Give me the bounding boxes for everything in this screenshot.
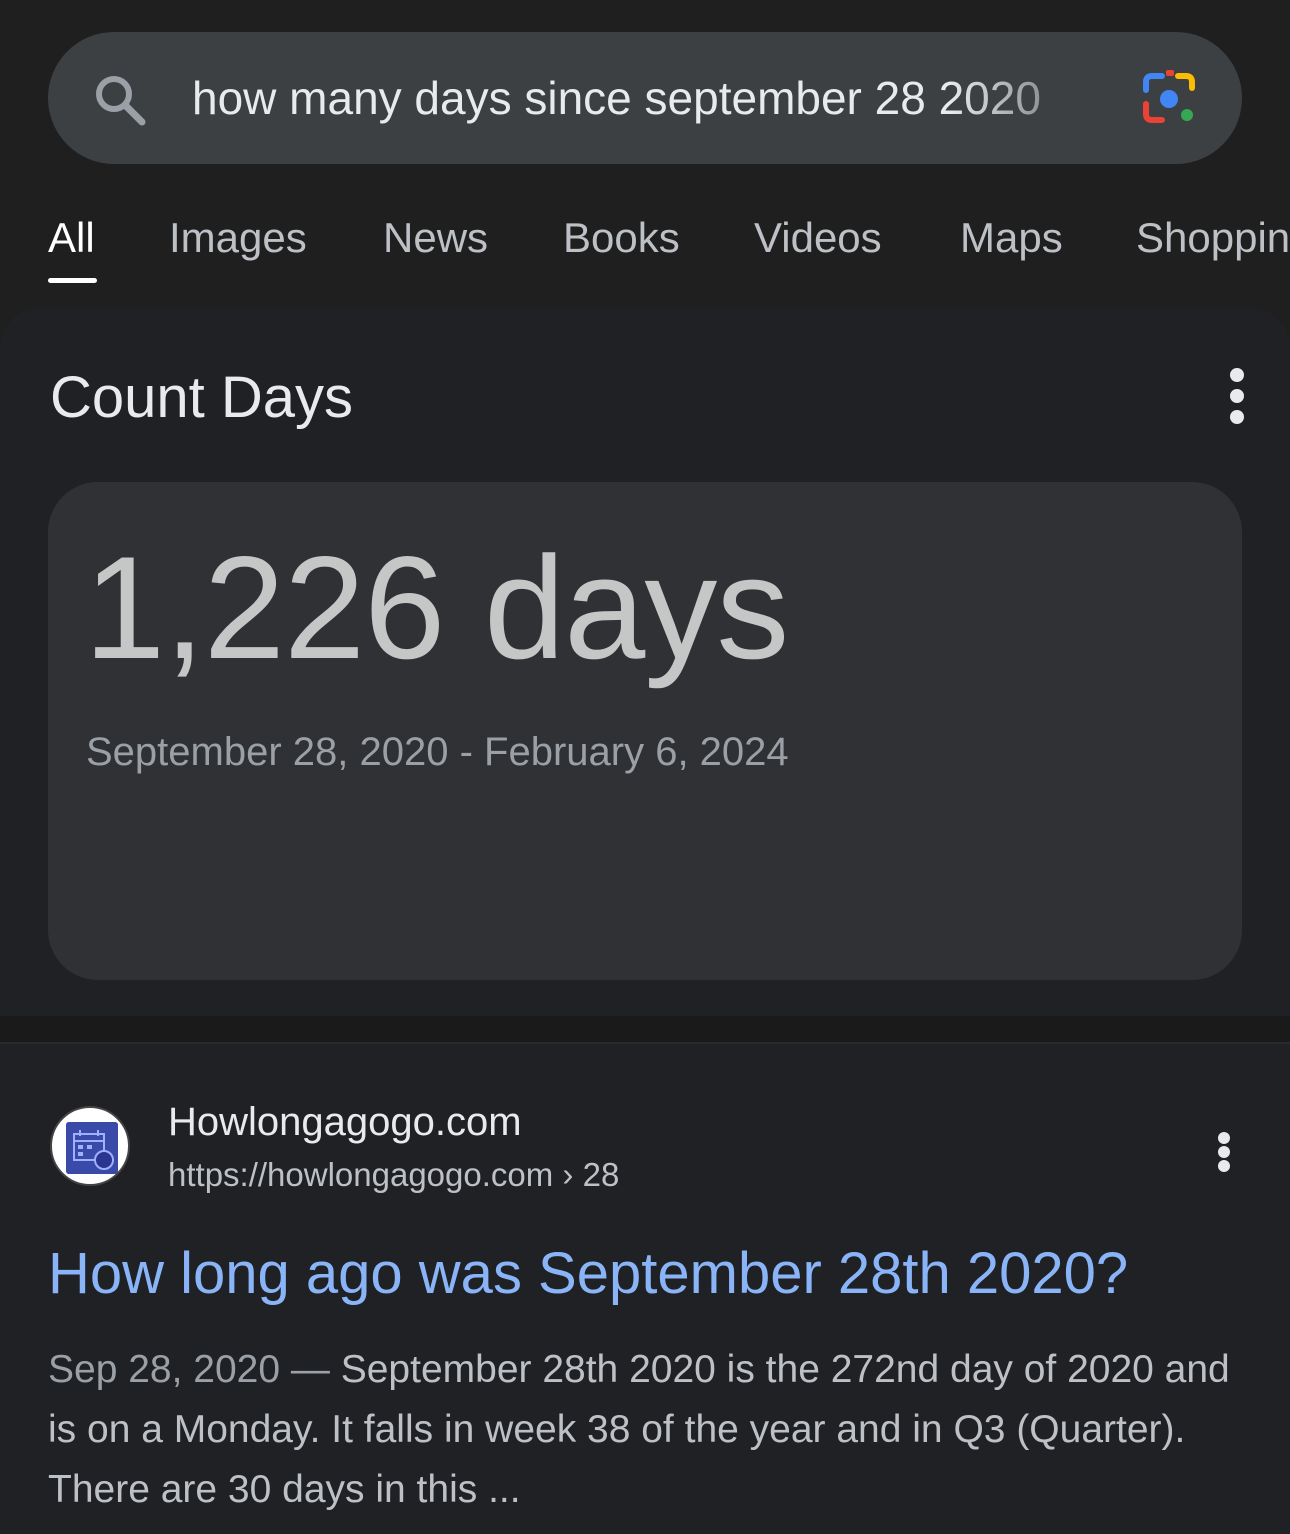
result-more-options-icon[interactable] (1214, 1132, 1234, 1172)
more-options-icon[interactable] (1226, 366, 1246, 426)
tab-images[interactable]: Images (169, 214, 307, 262)
snippet-separator: — (280, 1348, 341, 1391)
tab-videos[interactable]: Videos (754, 214, 882, 262)
section-divider (0, 1016, 1290, 1044)
tab-news[interactable]: News (383, 214, 488, 262)
tab-all[interactable]: All (48, 214, 95, 262)
count-days-card: Count Days 1,226 days September 28, 2020… (0, 308, 1290, 1016)
active-tab-indicator (48, 278, 97, 283)
search-icon[interactable] (90, 70, 150, 130)
google-lens-icon[interactable] (1140, 70, 1200, 126)
day-count-panel: 1,226 days September 28, 2020 - February… (48, 482, 1242, 980)
date-range: September 28, 2020 - February 6, 2024 (86, 730, 789, 774)
site-favicon[interactable] (50, 1106, 130, 1186)
search-tabs: All Images News Books Videos Maps Shoppi… (0, 200, 1290, 290)
result-url-domain: https://howlongagogo.com (168, 1156, 554, 1193)
result-url-path: › 28 (553, 1156, 620, 1193)
calendar-icon (66, 1122, 118, 1174)
snippet-date: Sep 28, 2020 (48, 1348, 281, 1391)
day-count-value: 1,226 days (84, 526, 789, 689)
tab-maps[interactable]: Maps (960, 214, 1063, 262)
search-input[interactable]: how many days since september 28 2020 (192, 32, 1084, 164)
result-site-name[interactable]: Howlongagogo.com (168, 1100, 522, 1145)
result-url[interactable]: https://howlongagogo.com › 28 (168, 1156, 619, 1194)
search-result: Howlongagogo.com https://howlongagogo.co… (0, 1044, 1290, 1534)
tab-shopping[interactable]: Shoppin (1136, 214, 1290, 262)
result-snippet: Sep 28, 2020 — September 28th 2020 is th… (48, 1340, 1238, 1520)
tab-books[interactable]: Books (563, 214, 680, 262)
card-title: Count Days (50, 365, 354, 430)
result-title-link[interactable]: How long ago was September 28th 2020? (48, 1240, 1128, 1307)
